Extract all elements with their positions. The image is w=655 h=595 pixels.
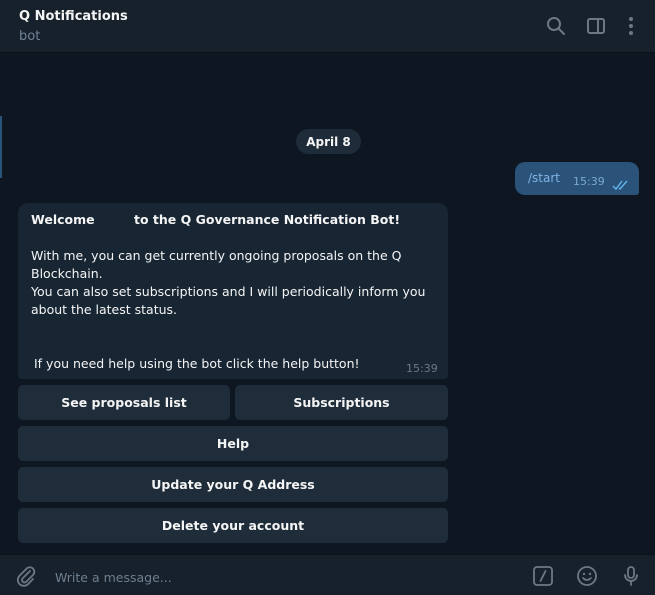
message-line: With me, you can get currently ongoing p… — [31, 248, 402, 263]
emoji-icon[interactable] — [576, 565, 598, 587]
more-vertical-icon[interactable] — [620, 15, 642, 37]
incoming-message-time: 15:39 — [406, 362, 438, 375]
message-line: to the Q Governance Notification Bot! — [134, 212, 401, 227]
help-button[interactable]: Help — [18, 426, 448, 461]
chat-subtitle: bot — [19, 29, 41, 44]
search-icon[interactable] — [545, 15, 567, 37]
message-composer: Write a message... — [0, 554, 655, 595]
date-separator: April 8 — [296, 129, 361, 154]
see-proposals-button[interactable]: See proposals list — [18, 385, 230, 420]
outgoing-message[interactable]: /start 15:39 — [515, 162, 639, 195]
incoming-message[interactable]: Welcome to the Q Governance Notification… — [18, 203, 448, 379]
attach-icon[interactable] — [15, 565, 37, 587]
microphone-icon[interactable] — [620, 565, 642, 587]
chat-title[interactable]: Q Notifications — [19, 9, 128, 24]
update-address-button[interactable]: Update your Q Address — [18, 467, 448, 502]
outgoing-message-time: 15:39 — [573, 175, 605, 188]
sidebar-toggle-icon[interactable] — [585, 15, 607, 37]
subscriptions-button[interactable]: Subscriptions — [235, 385, 448, 420]
message-line: You can also set subscriptions and I wil… — [31, 284, 426, 299]
message-input[interactable]: Write a message... — [55, 570, 172, 585]
chat-header: Q Notifications bot — [0, 0, 655, 53]
double-check-icon — [612, 176, 631, 191]
message-list[interactable]: April 8 /start 15:39 Welcome to the Q Go… — [0, 54, 655, 554]
message-line: Welcome — [31, 212, 95, 227]
message-line: If you need help using the bot click the… — [34, 356, 360, 371]
message-line: Blockchain. — [31, 266, 103, 281]
delete-account-button[interactable]: Delete your account — [18, 508, 448, 543]
message-line: about the latest status. — [31, 302, 178, 317]
left-accent-bar — [0, 116, 2, 178]
outgoing-message-text[interactable]: /start — [528, 171, 560, 185]
bot-commands-icon[interactable] — [532, 565, 554, 587]
